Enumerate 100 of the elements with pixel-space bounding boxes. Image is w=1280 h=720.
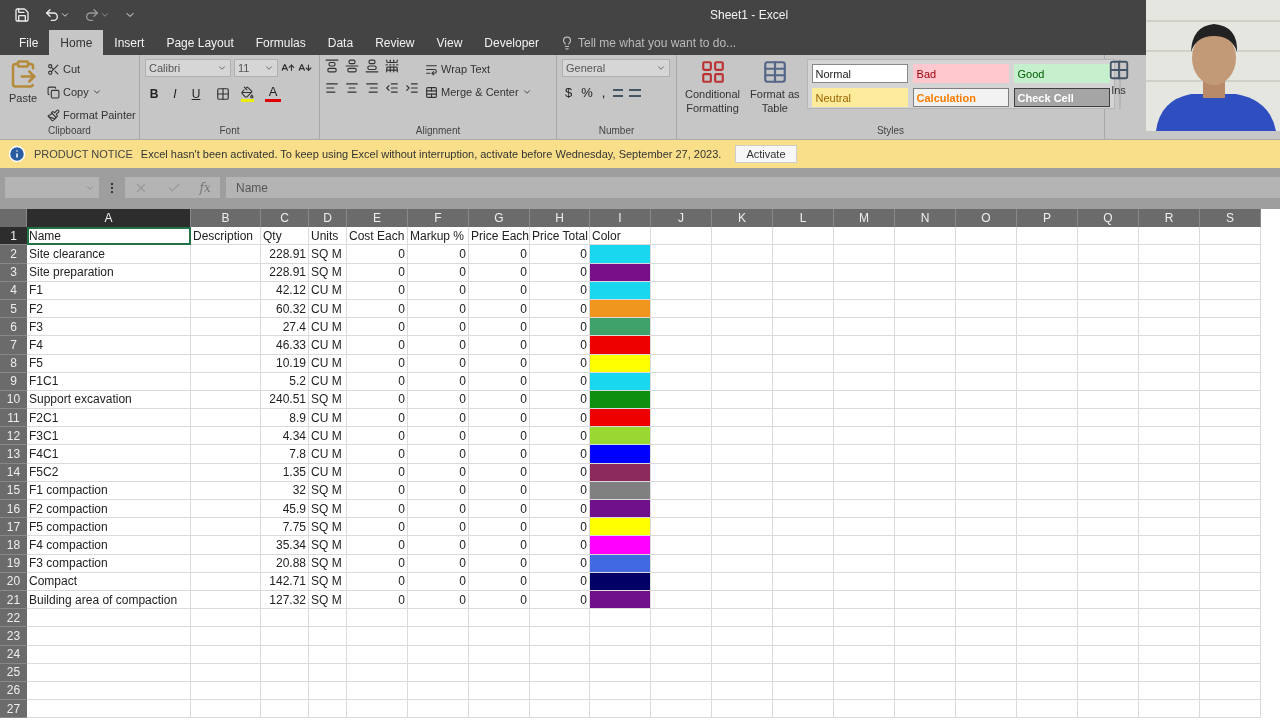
table-cell bbox=[651, 590, 712, 610]
ribbon-tab[interactable]: Review bbox=[364, 30, 426, 55]
table-cell bbox=[309, 681, 347, 701]
orientation-icon[interactable] bbox=[385, 59, 399, 73]
indent-icon[interactable] bbox=[405, 81, 419, 95]
cell-style[interactable]: Check Cell bbox=[1013, 88, 1110, 107]
format-painter-button[interactable]: Format Painter bbox=[45, 105, 138, 125]
table-cell bbox=[956, 281, 1017, 300]
select-all-corner[interactable] bbox=[0, 209, 27, 228]
italic-button[interactable]: I bbox=[166, 86, 184, 101]
bold-button[interactable]: B bbox=[145, 86, 163, 101]
number-format-field[interactable]: General bbox=[562, 59, 670, 77]
cut-button[interactable]: Cut bbox=[45, 59, 138, 79]
row-header[interactable]: 22 bbox=[0, 609, 27, 628]
format-as-table-button[interactable]: Format as Table bbox=[747, 59, 803, 125]
ribbon-tab[interactable]: Home bbox=[49, 30, 104, 55]
cell-style[interactable]: Good bbox=[1013, 64, 1110, 83]
currency-button[interactable]: $ bbox=[562, 85, 576, 100]
table-cell bbox=[834, 463, 895, 482]
table-cell bbox=[469, 681, 530, 701]
ribbon-tab[interactable]: View bbox=[425, 30, 474, 55]
row-header[interactable]: 6 bbox=[0, 318, 27, 337]
table-cell bbox=[895, 463, 956, 482]
table-cell bbox=[651, 318, 712, 337]
caret-icon[interactable] bbox=[60, 10, 70, 20]
column-header[interactable]: M bbox=[834, 209, 895, 228]
paste-button[interactable]: Paste bbox=[5, 59, 41, 125]
table-cell bbox=[956, 536, 1017, 555]
top-align-icon[interactable] bbox=[325, 59, 339, 73]
column-header[interactable]: Q bbox=[1078, 209, 1139, 228]
align-center-icon[interactable] bbox=[345, 81, 359, 95]
column-header[interactable]: E bbox=[347, 209, 408, 228]
table-cell bbox=[651, 372, 712, 391]
column-header[interactable]: S bbox=[1200, 209, 1261, 228]
table-cell bbox=[895, 700, 956, 719]
bottom-align-icon[interactable] bbox=[365, 59, 379, 73]
column-header[interactable]: I bbox=[590, 209, 651, 228]
search-field[interactable]: Tell me what you want to do... bbox=[560, 30, 737, 55]
cell-style[interactable]: Bad bbox=[912, 64, 1009, 83]
merge-center-button[interactable]: Merge & Center bbox=[423, 82, 534, 102]
row-header[interactable]: 1 bbox=[0, 227, 27, 246]
ribbon-tab[interactable]: File bbox=[8, 30, 50, 55]
row-header[interactable]: 12 bbox=[0, 427, 27, 446]
table-cell bbox=[1200, 318, 1261, 337]
column-header[interactable]: R bbox=[1139, 209, 1200, 228]
column-header[interactable]: A bbox=[27, 209, 191, 228]
column-header[interactable]: F bbox=[408, 209, 469, 228]
row-header[interactable]: 7 bbox=[0, 336, 27, 355]
column-header[interactable]: B bbox=[191, 209, 261, 228]
row-header[interactable]: 11 bbox=[0, 409, 27, 428]
column-header[interactable]: D bbox=[309, 209, 347, 228]
redo-icon[interactable] bbox=[84, 7, 100, 23]
undo-icon[interactable] bbox=[44, 7, 60, 23]
ribbon-tab[interactable]: Insert bbox=[103, 30, 156, 55]
ribbon-tab[interactable]: Developer bbox=[473, 30, 550, 55]
row-header[interactable]: 27 bbox=[0, 700, 27, 719]
align-right-icon[interactable] bbox=[365, 81, 379, 95]
ribbon-tab[interactable]: Page Layout bbox=[155, 30, 245, 55]
copy-button[interactable]: Copy bbox=[45, 82, 138, 102]
ribbon-tab[interactable]: Data bbox=[316, 30, 365, 55]
ribbon-tab[interactable]: Formulas bbox=[244, 30, 317, 55]
column-header[interactable]: J bbox=[651, 209, 712, 228]
conditional-formatting-button[interactable]: Conditional Formatting bbox=[682, 59, 744, 125]
wrap-text-button[interactable]: Wrap Text bbox=[423, 59, 534, 79]
font-name-field[interactable]: Calibri bbox=[145, 59, 231, 77]
column-header[interactable]: G bbox=[469, 209, 530, 228]
percent-button[interactable]: % bbox=[578, 85, 596, 100]
column-header[interactable]: P bbox=[1017, 209, 1078, 228]
column-header[interactable]: C bbox=[261, 209, 309, 228]
cell-style[interactable]: Normal bbox=[811, 64, 908, 83]
table-cell bbox=[1017, 590, 1078, 610]
table-cell bbox=[834, 481, 895, 500]
borders-icon[interactable] bbox=[216, 86, 230, 101]
table-cell bbox=[347, 700, 408, 719]
activate-button[interactable]: Activate bbox=[735, 145, 797, 163]
row-header[interactable]: 18 bbox=[0, 536, 27, 555]
font-color-button[interactable]: A bbox=[265, 85, 281, 102]
insert-cells-button[interactable]: Ins bbox=[1107, 59, 1130, 97]
row-header[interactable]: 2 bbox=[0, 245, 27, 264]
comma-button[interactable]: , bbox=[598, 85, 609, 100]
align-left-icon[interactable] bbox=[325, 81, 339, 95]
underline-button[interactable]: U bbox=[187, 86, 205, 101]
row-header[interactable]: 16 bbox=[0, 500, 27, 519]
table-cell: 20.88 bbox=[261, 554, 309, 573]
cell-style[interactable]: Neutral bbox=[811, 88, 908, 107]
fill-color-icon[interactable] bbox=[241, 85, 254, 99]
formula-field[interactable]: Name bbox=[226, 177, 1280, 198]
outdent-icon[interactable] bbox=[385, 81, 399, 95]
save-icon[interactable] bbox=[14, 7, 30, 23]
row-header[interactable]: 17 bbox=[0, 518, 27, 537]
column-header[interactable]: H bbox=[530, 209, 590, 228]
row-header[interactable]: 23 bbox=[0, 627, 27, 646]
column-header[interactable]: L bbox=[773, 209, 834, 228]
middle-align-icon[interactable] bbox=[345, 59, 359, 73]
row-header[interactable]: 13 bbox=[0, 445, 27, 464]
caret-icon[interactable] bbox=[100, 10, 110, 20]
column-header[interactable]: O bbox=[956, 209, 1017, 228]
font-size-field[interactable]: 11 bbox=[234, 59, 278, 77]
column-header[interactable]: N bbox=[895, 209, 956, 228]
column-header[interactable]: K bbox=[712, 209, 773, 228]
